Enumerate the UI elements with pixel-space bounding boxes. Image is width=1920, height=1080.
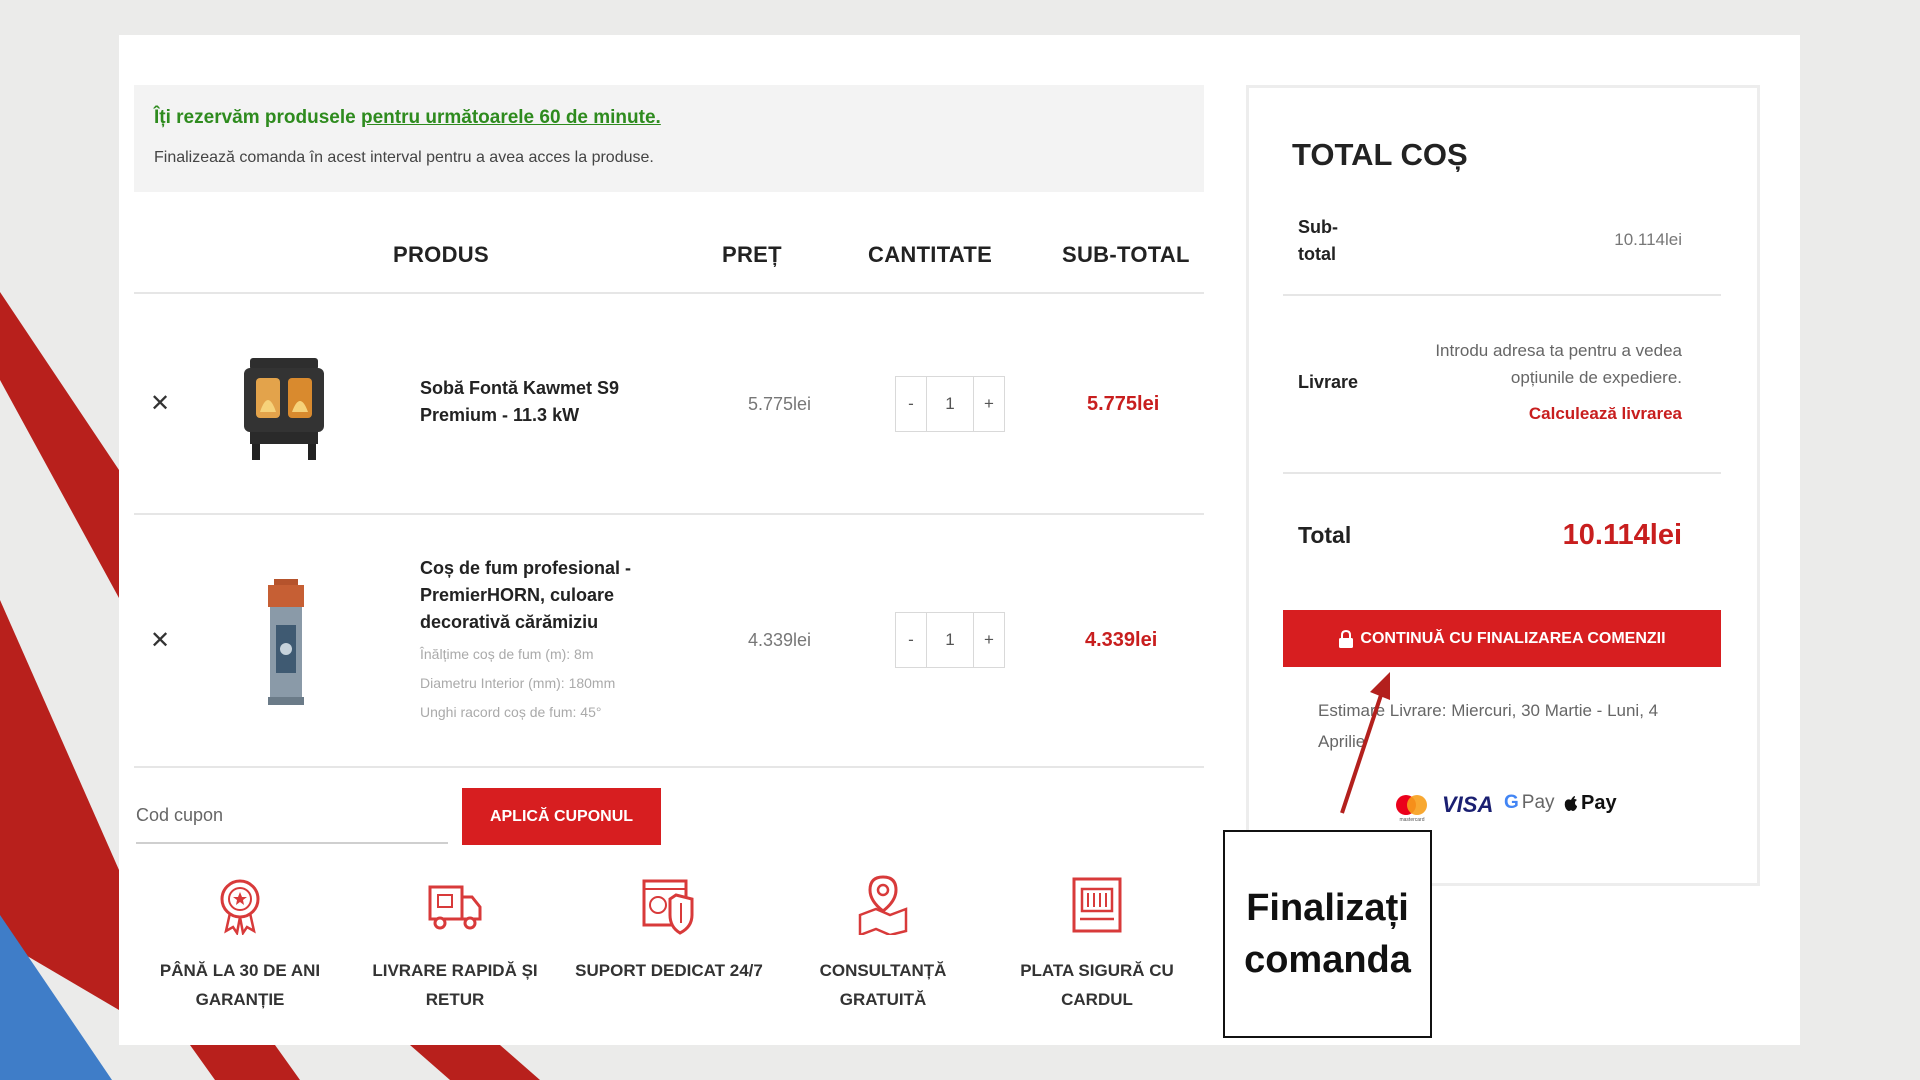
- callout-line2: comanda: [1244, 939, 1411, 981]
- total-label: Total: [1298, 522, 1352, 548]
- coupon-input[interactable]: [136, 788, 448, 844]
- google-g-icon: G: [1504, 792, 1519, 813]
- product-attribute: Diametru Interior (mm): 180mm: [420, 675, 616, 691]
- total-value: 10.114lei: [1562, 519, 1682, 551]
- feature-support: SUPORT DEDICAT 24/7: [569, 875, 769, 985]
- notice-title-link[interactable]: pentru următoarele 60 de minute.: [361, 107, 661, 128]
- google-pay-text: Pay: [1521, 792, 1555, 813]
- qty-increase-button[interactable]: +: [974, 377, 1004, 431]
- qty-increase-button[interactable]: +: [974, 613, 1004, 667]
- delivery-truck-icon: [428, 885, 482, 930]
- feature-warranty: PÂNĂ LA 30 DE ANI GARANȚIE: [140, 875, 340, 1014]
- notice-subtitle: Finalizează comanda în acest interval pe…: [154, 149, 654, 166]
- visa-icon: VISA: [1442, 792, 1494, 817]
- mastercard-text: mastercard: [1399, 817, 1424, 822]
- feature-label: LIVRARE RAPIDĂ ȘI RETUR: [372, 961, 538, 1009]
- header-quantity: CANTITATE: [868, 242, 993, 267]
- notice-title-prefix: Îți rezervăm produsele: [154, 107, 361, 128]
- chimney-icon: [268, 579, 304, 705]
- card-payment-icon: [1072, 877, 1122, 933]
- quantity-stepper: - 1 +: [895, 376, 1005, 432]
- divider: [134, 292, 1204, 294]
- stove-icon: [244, 358, 324, 460]
- shipping-label: Livrare: [1298, 372, 1359, 392]
- callout-line1: Finalizați: [1246, 887, 1409, 929]
- google-pay-icon: G Pay: [1504, 792, 1555, 814]
- feature-consultation: CONSULTANȚĂ GRATUITĂ: [783, 875, 983, 1014]
- apply-coupon-button[interactable]: APLICĂ CUPONUL: [462, 788, 661, 845]
- qty-decrease-button[interactable]: -: [896, 377, 926, 431]
- feature-label: PÂNĂ LA 30 DE ANI GARANȚIE: [159, 961, 321, 1009]
- reservation-notice: Îți rezervăm produsele pentru următoarel…: [134, 85, 1204, 192]
- feature-delivery: LIVRARE RAPIDĂ ȘI RETUR: [355, 875, 555, 1014]
- feature-card-payment: PLATA SIGURĂ CU CARDUL: [997, 875, 1197, 1014]
- product-price: 4.339lei: [748, 630, 812, 650]
- apple-pay-text: Pay: [1581, 792, 1617, 814]
- checkout-button-label: CONTINUĂ CU FINALIZAREA COMENZII: [1360, 629, 1666, 647]
- product-subtotal: 5.775lei: [1087, 393, 1160, 415]
- checkout-button[interactable]: CONTINUĂ CU FINALIZAREA COMENZII: [1283, 610, 1721, 667]
- apple-icon: [1564, 796, 1577, 811]
- annotation-callout: Finalizați comanda: [1223, 830, 1432, 1038]
- remove-item-button[interactable]: ✕: [150, 626, 170, 655]
- quantity-stepper: - 1 +: [895, 612, 1005, 668]
- notice-title: Îți rezervăm produsele pentru următoarel…: [154, 107, 661, 129]
- product-attribute: Unghi racord coș de fum: 45°: [420, 704, 602, 720]
- qty-value[interactable]: 1: [926, 377, 974, 431]
- consultation-pin-icon: [858, 875, 908, 937]
- product-subtotal: 4.339lei: [1085, 629, 1158, 651]
- shield-support-icon: [642, 879, 694, 935]
- divider: [134, 766, 1204, 768]
- subtotal-label-line1: Sub-: [1298, 217, 1338, 237]
- lock-icon: [1339, 629, 1354, 648]
- header-product: PRODUS: [393, 242, 489, 267]
- header-subtotal: SUB-TOTAL: [1062, 242, 1190, 267]
- cart-totals-box: [1246, 85, 1760, 886]
- cart-totals-title: TOTAL COȘ: [1292, 137, 1468, 172]
- divider: [1283, 294, 1721, 296]
- subtotal-value: 10.114lei: [1614, 230, 1682, 249]
- product-name[interactable]: Coș de fum profesional - PremierHORN, cu…: [420, 555, 680, 636]
- qty-value[interactable]: 1: [926, 613, 974, 667]
- divider: [134, 513, 1204, 515]
- feature-label: CONSULTANȚĂ GRATUITĂ: [819, 961, 947, 1009]
- apple-pay-icon: Pay: [1564, 792, 1617, 815]
- award-icon: [220, 879, 260, 937]
- calculate-shipping-link[interactable]: Calculează livrarea: [1500, 404, 1682, 424]
- feature-label: PLATA SIGURĂ CU CARDUL: [1020, 961, 1174, 1009]
- annotation-arrow-icon: [1340, 672, 1390, 814]
- product-name[interactable]: Sobă Fontă Kawmet S9 Premium - 11.3 kW: [420, 375, 650, 429]
- callout-text: Finalizați comanda: [1244, 882, 1411, 986]
- product-info: Coș de fum profesional - PremierHORN, cu…: [420, 555, 680, 727]
- subtotal-label-line2: total: [1298, 244, 1336, 264]
- qty-decrease-button[interactable]: -: [896, 613, 926, 667]
- feature-label: SUPORT DEDICAT 24/7: [575, 961, 763, 980]
- subtotal-label: Sub- total: [1298, 214, 1338, 268]
- divider: [1283, 472, 1721, 474]
- product-price: 5.775lei: [748, 394, 812, 414]
- header-price: PREȚ: [722, 242, 782, 267]
- shipping-info: Introdu adresa ta pentru a vedea opțiuni…: [1435, 341, 1682, 387]
- remove-item-button[interactable]: ✕: [150, 389, 170, 418]
- product-attribute: Înălțime coș de fum (m): 8m: [420, 646, 594, 662]
